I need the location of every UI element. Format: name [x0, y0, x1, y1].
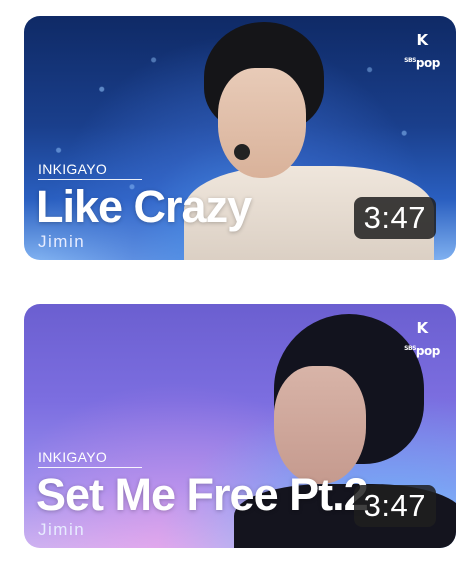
song-title: Like Crazy — [36, 181, 252, 232]
channel-logo: KSBSpop — [404, 319, 440, 358]
video-list: KSBSpop INKIGAYO Like Crazy Jimin 3:47 K… — [0, 0, 474, 576]
channel-logo: KSBSpop — [404, 31, 440, 70]
artist-name: Jimin — [38, 520, 86, 539]
show-name: INKIGAYO — [38, 161, 142, 180]
performer-face — [218, 68, 306, 178]
duration-badge: 3:47 — [353, 485, 436, 527]
video-card-like-crazy[interactable]: KSBSpop INKIGAYO Like Crazy Jimin 3:47 — [24, 16, 456, 260]
artist-name: Jimin — [38, 232, 86, 251]
microphone-icon — [234, 144, 250, 160]
performer-face — [274, 366, 366, 484]
duration-badge: 3:47 — [353, 197, 436, 239]
video-card-set-me-free[interactable]: KSBSpop INKIGAYO Set Me Free Pt.2 Jimin … — [24, 304, 456, 548]
show-name: INKIGAYO — [38, 449, 142, 468]
song-title: Set Me Free Pt.2 — [36, 469, 369, 520]
